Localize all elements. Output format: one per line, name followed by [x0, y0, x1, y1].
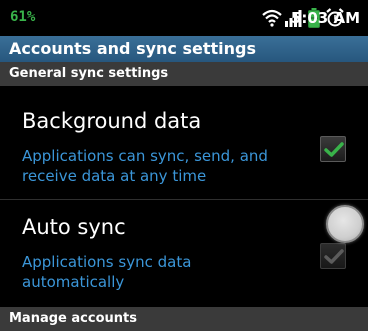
section-header-label: General sync settings: [9, 66, 169, 81]
section-header-general: General sync settings: [0, 62, 368, 86]
setting-summary: Applications can sync, send, and receive…: [22, 147, 268, 185]
status-time: 5:03 AM: [290, 9, 360, 27]
setting-title: Background data: [22, 109, 202, 133]
touch-indicator: [326, 205, 364, 243]
setting-summary: Applications sync data automatically: [22, 253, 192, 291]
setting-auto-sync[interactable]: Auto sync Applications sync data automat…: [0, 200, 368, 306]
wifi-icon: [262, 9, 282, 31]
setting-background-data[interactable]: Background data Applications can sync, s…: [0, 86, 368, 198]
status-indicator-text: 61%: [10, 9, 36, 25]
checkmark-icon: [324, 249, 344, 264]
auto-sync-checkbox[interactable]: [320, 243, 346, 269]
section-header-manage: Manage accounts: [0, 307, 368, 331]
setting-title: Auto sync: [22, 215, 126, 239]
background-data-checkbox[interactable]: [320, 136, 346, 162]
status-bar: 61% 5:03 AM: [0, 0, 368, 36]
section-header-label: Manage accounts: [9, 311, 137, 326]
page-title: Accounts and sync settings: [9, 39, 256, 58]
title-bar: Accounts and sync settings: [0, 36, 368, 62]
checkmark-icon: [324, 142, 344, 157]
